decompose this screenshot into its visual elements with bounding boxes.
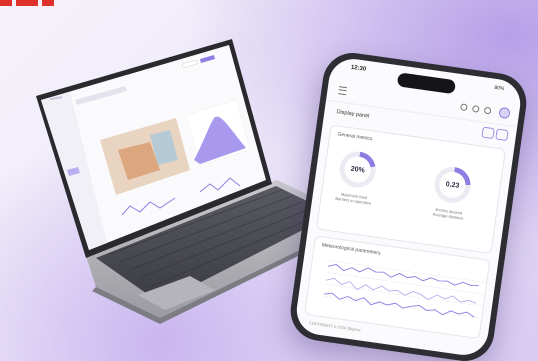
gauge-maximum-load: 20% (337, 149, 379, 190)
card-title: General metrics (336, 131, 373, 143)
smartphone: 12:30 80% Display panel General metrics … (286, 49, 531, 361)
general-metrics-card: General metrics 20% Maximum load Barriers… (315, 124, 507, 254)
page-title: Display panel (336, 109, 370, 120)
product-mockup-scene: 12:30 80% Display panel General metrics … (0, 0, 538, 361)
footer-copyright: COPYRIGHT © 2024 Skytrax (308, 320, 361, 333)
meteorological-line-chart (323, 260, 486, 319)
series-line-2 (325, 277, 477, 304)
status-time: 12:30 (350, 64, 367, 73)
bell-icon[interactable] (483, 106, 492, 115)
phone-screen: 12:30 80% Display panel General metrics … (293, 55, 524, 359)
translate-icon[interactable] (459, 103, 468, 112)
avatar[interactable] (498, 106, 511, 120)
gauge-label: Entries desired Average distance (432, 206, 464, 221)
edit-button[interactable] (481, 126, 495, 140)
gauge-label: Maximum load Barriers in operation (335, 191, 372, 206)
status-battery: 80% (493, 84, 505, 93)
gauge-value: 20% (343, 154, 373, 185)
gauge-value: 0.23 (437, 170, 468, 200)
gauge-entries: 0.23 (432, 164, 473, 206)
series-line-1 (327, 264, 479, 286)
settings-icon[interactable] (471, 104, 480, 113)
menu-icon[interactable] (338, 86, 348, 96)
expand-button[interactable] (495, 128, 509, 142)
